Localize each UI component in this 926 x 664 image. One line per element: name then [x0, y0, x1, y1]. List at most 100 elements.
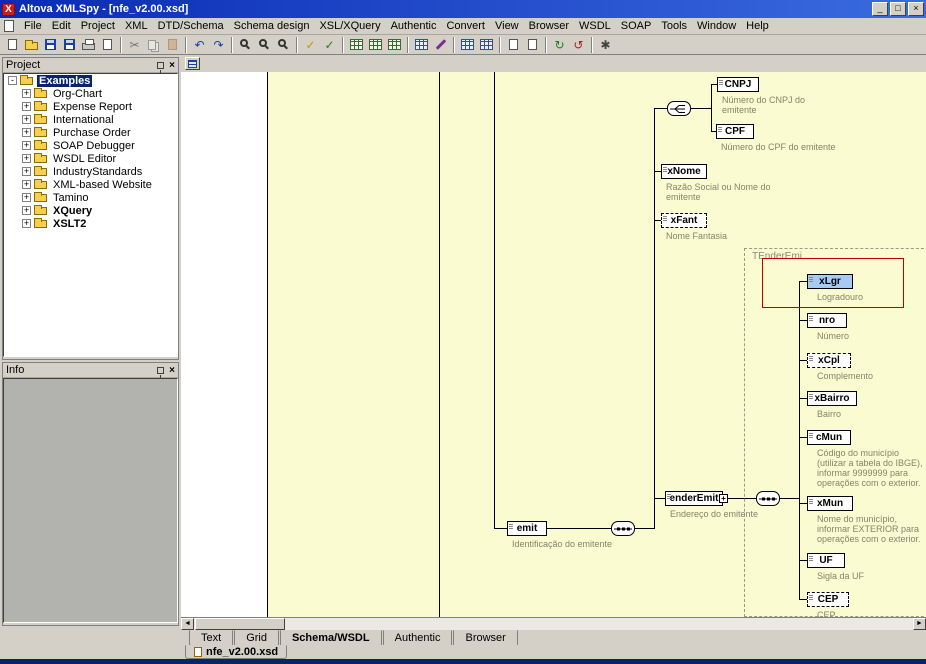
print-icon[interactable]	[79, 36, 98, 53]
menu-project[interactable]: Project	[76, 18, 120, 34]
tree-item-wsdl-editor[interactable]: + WSDL Editor	[4, 152, 177, 165]
show-globals-button[interactable]	[185, 57, 200, 70]
copy-icon[interactable]	[144, 36, 163, 53]
schema-node-xLgr[interactable]: xLgr	[807, 274, 853, 289]
browser-refresh-icon[interactable]: ↻	[550, 36, 569, 53]
schema-node-xBairro[interactable]: xBairro	[807, 391, 857, 406]
schema-design-canvas[interactable]: TEnderEmi CNPJ Número do CNPJ do emitent…	[181, 72, 926, 617]
expand-icon[interactable]: +	[22, 206, 31, 215]
schema-node-nro[interactable]: nro	[807, 313, 847, 328]
tree-item-tamino[interactable]: + Tamino	[4, 191, 177, 204]
expand-icon[interactable]: +	[22, 219, 31, 228]
schema-node-UF[interactable]: UF	[807, 553, 845, 568]
close-panel-icon[interactable]: ×	[169, 61, 175, 70]
authentic-view-icon[interactable]	[431, 36, 450, 53]
menu-edit[interactable]: Edit	[47, 18, 76, 34]
display-row-icon[interactable]	[477, 36, 496, 53]
expand-icon[interactable]: +	[22, 193, 31, 202]
schema-node-CPF[interactable]: CPF	[716, 124, 754, 139]
scrollbar-thumb[interactable]	[195, 618, 285, 630]
minimize-button[interactable]: _	[872, 2, 888, 16]
close-panel-icon[interactable]: ×	[169, 366, 175, 375]
tree-item-purchase-order[interactable]: + Purchase Order	[4, 126, 177, 139]
redo-icon[interactable]: ↷	[209, 36, 228, 53]
collapse-icon[interactable]: -	[8, 76, 17, 85]
menu-xml[interactable]: XML	[120, 18, 153, 34]
tree-item-industrystandards[interactable]: + IndustryStandards	[4, 165, 177, 178]
menu-help[interactable]: Help	[741, 18, 774, 34]
insert-element-icon[interactable]	[504, 36, 523, 53]
replace-icon[interactable]	[274, 36, 293, 53]
sequence-compositor-icon[interactable]	[611, 521, 635, 536]
file-tab-nfe[interactable]: nfe_v2.00.xsd	[185, 645, 287, 659]
menu-view[interactable]: View	[490, 18, 524, 34]
schema-node-CEP[interactable]: CEP	[807, 592, 849, 607]
close-button[interactable]: ×	[908, 2, 924, 16]
expand-icon[interactable]: +	[22, 180, 31, 189]
schema-node-xCpl[interactable]: xCpl	[807, 353, 851, 368]
schema-node-cMun[interactable]: cMun	[807, 430, 851, 445]
expand-icon[interactable]: +	[22, 102, 31, 111]
tree-item-examples[interactable]: - Examples	[4, 74, 177, 87]
schema-node-emit[interactable]: emit	[507, 521, 547, 536]
tree-item-org-chart[interactable]: + Org-Chart	[4, 87, 177, 100]
append-element-icon[interactable]	[523, 36, 542, 53]
tree-item-expense-report[interactable]: + Expense Report	[4, 100, 177, 113]
check-well-formed-icon[interactable]: ✓	[301, 36, 320, 53]
assign-schema-icon[interactable]	[347, 36, 366, 53]
schema-node-xFant[interactable]: xFant	[661, 213, 707, 228]
menu-schema-design[interactable]: Schema design	[229, 18, 315, 34]
tree-item-xml-based-website[interactable]: + XML-based Website	[4, 178, 177, 191]
find-next-icon[interactable]	[255, 36, 274, 53]
menu-xsl-xquery[interactable]: XSL/XQuery	[314, 18, 385, 34]
open-file-icon[interactable]	[22, 36, 41, 53]
generate-schema-icon[interactable]	[385, 36, 404, 53]
menu-file[interactable]: File	[19, 18, 47, 34]
menu-tools[interactable]: Tools	[656, 18, 692, 34]
expand-icon[interactable]: +	[22, 167, 31, 176]
include-schema-icon[interactable]	[366, 36, 385, 53]
expand-icon[interactable]: +	[22, 128, 31, 137]
sequence-compositor-icon[interactable]	[756, 491, 780, 506]
pin-icon[interactable]	[157, 62, 164, 69]
grid-view-icon[interactable]	[412, 36, 431, 53]
new-document-icon[interactable]	[3, 36, 22, 53]
menu-authentic[interactable]: Authentic	[386, 18, 442, 34]
validate-icon[interactable]: ✓	[320, 36, 339, 53]
choice-compositor-icon[interactable]	[667, 101, 691, 116]
tree-item-xquery[interactable]: + XQuery	[4, 204, 177, 217]
pin-icon[interactable]	[157, 367, 164, 374]
menu-soap[interactable]: SOAP	[616, 18, 657, 34]
browser-stop-icon[interactable]: ↺	[569, 36, 588, 53]
paste-icon[interactable]	[163, 36, 182, 53]
horizontal-scrollbar[interactable]: ◄ ►	[181, 617, 926, 630]
menu-dtd-schema[interactable]: DTD/Schema	[153, 18, 229, 34]
expand-icon[interactable]: +	[22, 115, 31, 124]
menu-wsdl[interactable]: WSDL	[574, 18, 616, 34]
menu-browser[interactable]: Browser	[524, 18, 574, 34]
schema-node-xMun[interactable]: xMun	[807, 496, 853, 511]
tree-item-international[interactable]: + International	[4, 113, 177, 126]
scroll-right-button[interactable]: ►	[913, 618, 926, 630]
tree-item-soap-debugger[interactable]: + SOAP Debugger	[4, 139, 177, 152]
expand-node-icon[interactable]: +	[719, 494, 728, 503]
schema-node-enderEmit[interactable]: enderEmit	[665, 491, 723, 506]
menu-convert[interactable]: Convert	[441, 18, 490, 34]
undo-icon[interactable]: ↶	[190, 36, 209, 53]
menu-window[interactable]: Window	[692, 18, 741, 34]
schema-node-CNPJ[interactable]: CNPJ	[717, 77, 759, 92]
print-preview-icon[interactable]	[98, 36, 117, 53]
expand-icon[interactable]: +	[22, 154, 31, 163]
tree-item-xslt2[interactable]: + XSLT2	[4, 217, 177, 230]
maximize-button[interactable]: □	[890, 2, 906, 16]
expand-icon[interactable]: +	[22, 89, 31, 98]
schema-node-xNome[interactable]: xNome	[661, 164, 707, 179]
options-gear-icon[interactable]: ✱	[596, 36, 615, 53]
save-all-icon[interactable]	[60, 36, 79, 53]
scroll-left-button[interactable]: ◄	[181, 618, 194, 630]
save-icon[interactable]	[41, 36, 60, 53]
find-icon[interactable]	[236, 36, 255, 53]
insert-table-icon[interactable]	[458, 36, 477, 53]
expand-icon[interactable]: +	[22, 141, 31, 150]
cut-icon[interactable]: ✂	[125, 36, 144, 53]
